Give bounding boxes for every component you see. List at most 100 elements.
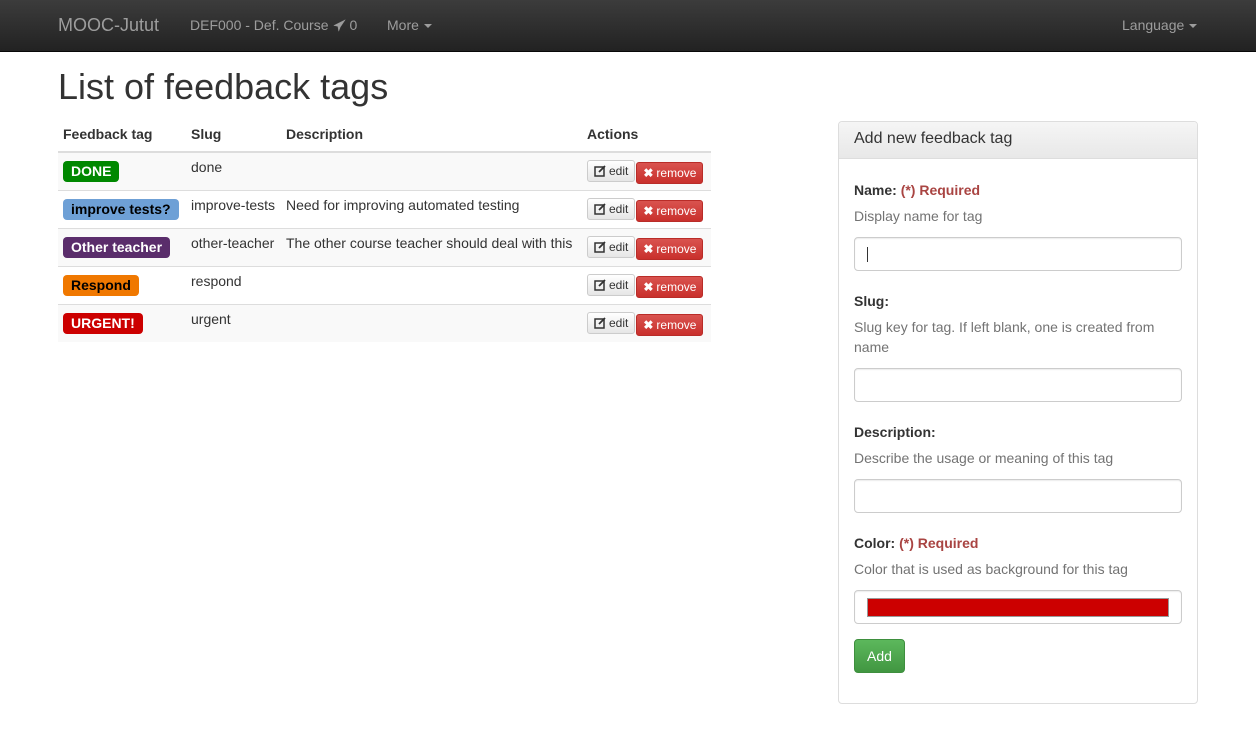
- edit-label: edit: [609, 164, 629, 178]
- name-input[interactable]: [854, 237, 1182, 271]
- remove-label: remove: [656, 166, 697, 180]
- edit-icon: [594, 165, 606, 177]
- remove-label: remove: [656, 203, 697, 218]
- table-header-row: Feedback tag Slug Description Actions: [58, 118, 711, 153]
- description-cell: The other course teacher should deal wit…: [281, 227, 582, 266]
- remove-button[interactable]: ✖ remove: [636, 237, 704, 260]
- page-title: List of feedback tags: [58, 66, 389, 107]
- edit-button[interactable]: edit: [587, 235, 636, 258]
- description-cell: [281, 151, 582, 190]
- chevron-down-icon: [423, 24, 432, 29]
- slug-cell: improve-tests: [186, 189, 281, 228]
- table-row: Respond respond edit ✖ remove: [58, 265, 711, 304]
- edit-label: edit: [609, 315, 629, 330]
- language-menu[interactable]: Language: [1122, 17, 1198, 33]
- tag-cell: improve tests?: [58, 189, 186, 228]
- close-icon: ✖: [643, 203, 654, 218]
- more-menu[interactable]: More: [387, 17, 432, 33]
- column-header-tag: Feedback tag: [58, 118, 186, 153]
- actions-cell: edit ✖ remove: [582, 189, 711, 228]
- name-label-text: Name:: [854, 182, 897, 198]
- tag-badge: improve tests?: [63, 198, 179, 220]
- remove-button[interactable]: ✖ remove: [636, 162, 704, 184]
- edit-icon: [594, 316, 606, 329]
- language-label: Language: [1122, 17, 1185, 33]
- close-icon: ✖: [643, 317, 654, 332]
- slug-label: Slug:: [854, 293, 889, 309]
- color-label-text: Color:: [854, 535, 896, 551]
- remove-label: remove: [656, 317, 697, 332]
- color-label: Color: (*) Required: [854, 535, 978, 551]
- required-marker: (*) Required: [899, 535, 979, 551]
- close-icon: ✖: [643, 166, 654, 180]
- color-input[interactable]: [854, 590, 1182, 624]
- tag-cell: Other teacher: [58, 227, 186, 266]
- remove-label: remove: [656, 279, 697, 294]
- more-label: More: [387, 17, 419, 33]
- tag-badge: DONE: [63, 161, 120, 182]
- edit-icon: [594, 240, 606, 253]
- tag-cell: DONE: [58, 151, 186, 190]
- paper-plane-icon: [332, 18, 346, 32]
- add-tag-panel: Add new feedback tag Name: (*) Required …: [838, 121, 1198, 704]
- edit-label: edit: [609, 201, 629, 216]
- table-row: Other teacher other-teacher The other cour…: [58, 227, 711, 266]
- feedback-tags-table: Feedback tag Slug Description Actions DO…: [58, 118, 711, 342]
- column-header-slug: Slug: [186, 118, 281, 153]
- description-cell: [281, 265, 582, 304]
- column-header-actions: Actions: [582, 118, 711, 153]
- close-icon: ✖: [643, 241, 654, 256]
- slug-cell: done: [186, 151, 281, 190]
- close-icon: ✖: [643, 279, 654, 294]
- description-label: Description:: [854, 424, 936, 440]
- panel-title: Add new feedback tag: [839, 122, 1197, 159]
- edit-button[interactable]: edit: [587, 311, 636, 334]
- course-count: 0: [349, 17, 358, 33]
- chevron-down-icon: [1189, 24, 1198, 29]
- remove-label: remove: [656, 241, 697, 256]
- tag-cell: URGENT!: [58, 303, 186, 342]
- edit-button[interactable]: edit: [587, 160, 636, 182]
- slug-cell: urgent: [186, 303, 281, 342]
- actions-cell: edit ✖ remove: [582, 227, 711, 266]
- slug-input[interactable]: [854, 368, 1182, 402]
- color-help: Color that is used as background for thi…: [854, 561, 1128, 577]
- description-cell: [281, 303, 582, 342]
- edit-icon: [594, 278, 606, 291]
- slug-cell: other-teacher: [186, 227, 281, 266]
- course-name: DEF000 - Def. Course: [190, 17, 329, 33]
- tag-badge: Respond: [63, 274, 139, 296]
- add-button[interactable]: Add: [854, 639, 905, 673]
- course-link[interactable]: DEF000 - Def. Course 0: [190, 17, 357, 33]
- remove-button[interactable]: ✖ remove: [636, 313, 704, 336]
- color-swatch: [867, 598, 1169, 617]
- tag-badge: URGENT!: [63, 312, 143, 334]
- edit-button[interactable]: edit: [587, 273, 636, 296]
- table-row: DONE done edit ✖ remove: [58, 151, 711, 190]
- name-help: Display name for tag: [854, 208, 983, 224]
- required-marker: (*) Required: [900, 182, 981, 198]
- name-label: Name: (*) Required: [854, 182, 980, 198]
- edit-label: edit: [609, 277, 629, 292]
- slug-cell: respond: [186, 265, 281, 304]
- description-help: Describe the usage or meaning of this ta…: [854, 450, 1114, 466]
- table-row: URGENT! urgent edit ✖ remove: [58, 303, 711, 342]
- tag-cell: Respond: [58, 265, 186, 304]
- tag-badge: Other teacher: [63, 236, 171, 258]
- actions-cell: edit ✖ remove: [582, 151, 711, 190]
- actions-cell: edit ✖ remove: [582, 303, 711, 342]
- actions-cell: edit ✖ remove: [582, 265, 711, 304]
- edit-label: edit: [609, 239, 629, 254]
- table-row: improve tests? improve-tests Need for impr…: [58, 189, 711, 228]
- description-input[interactable]: [854, 479, 1182, 513]
- slug-help: Slug key for tag. If left blank, one is …: [854, 319, 1155, 355]
- remove-button[interactable]: ✖ remove: [636, 199, 704, 222]
- text-cursor: [867, 247, 868, 262]
- remove-button[interactable]: ✖ remove: [636, 275, 704, 298]
- brand-link[interactable]: MOOC-Jutut: [58, 15, 159, 36]
- description-cell: Need for improving automated testing: [281, 189, 582, 228]
- column-header-description: Description: [281, 118, 582, 153]
- edit-button[interactable]: edit: [587, 197, 636, 220]
- edit-icon: [594, 202, 606, 215]
- navbar: MOOC-Jutut DEF000 - Def. Course 0 More L…: [0, 0, 1256, 52]
